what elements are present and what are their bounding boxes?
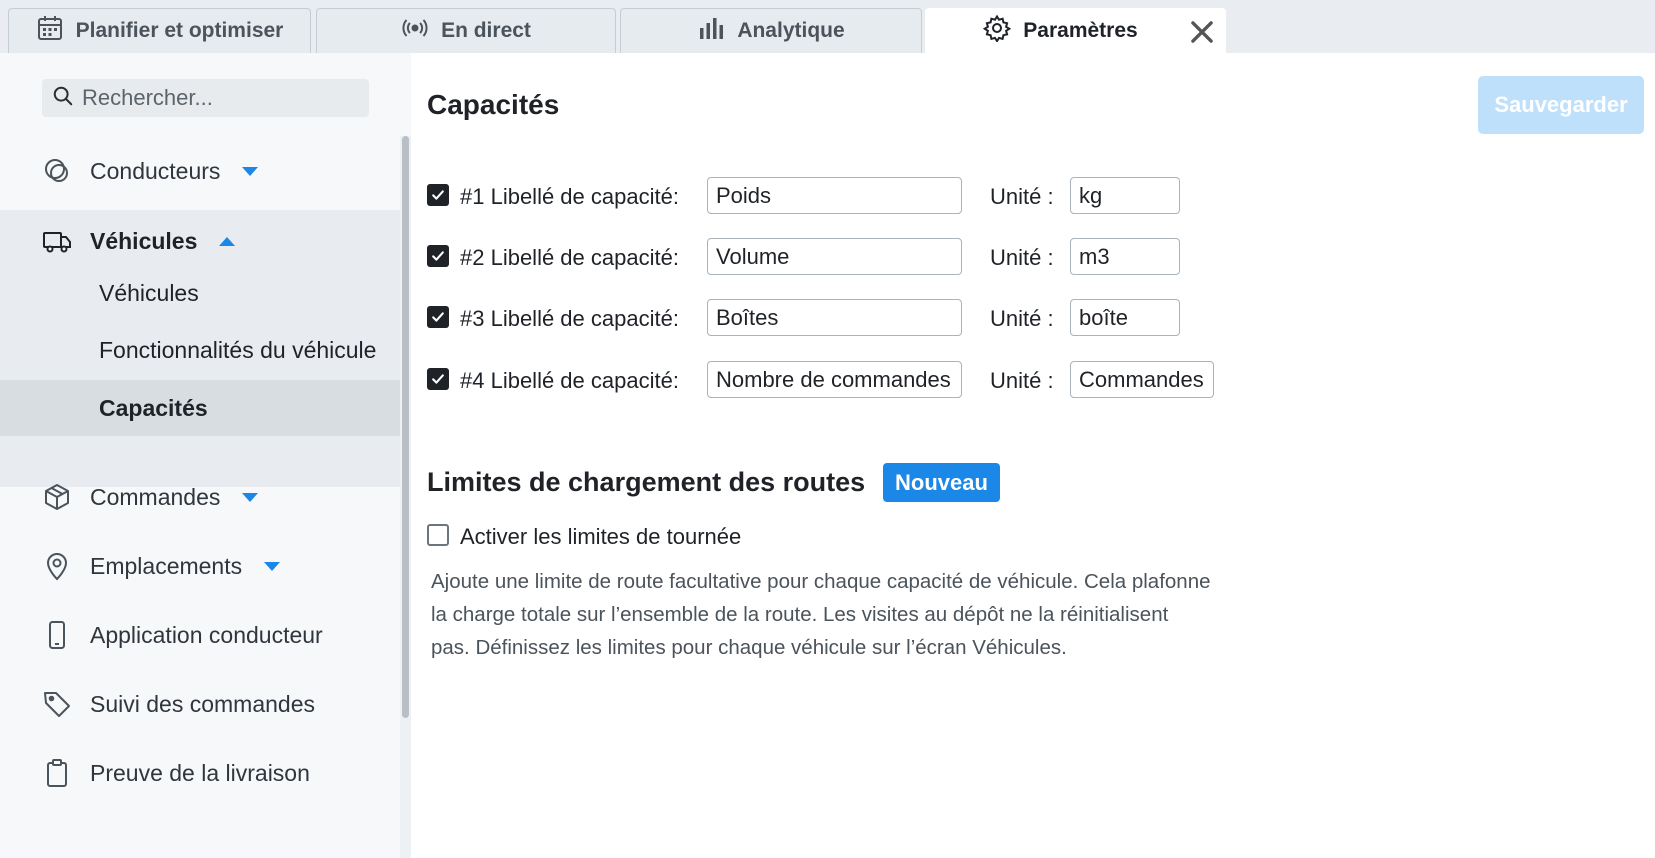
sidebar-item-drivers[interactable]: Conducteurs [0, 138, 400, 204]
sidebar-item-label: Emplacements [90, 552, 243, 579]
main-panel: Capacités Sauvegarder #1 Libellé de capa… [411, 53, 1655, 858]
capacity-checkbox[interactable] [427, 368, 449, 390]
tab-settings[interactable]: Paramètres [925, 8, 1226, 53]
unit-label: Unité : [990, 184, 1054, 209]
unit-label: Unité : [990, 245, 1054, 270]
capacity-name-input[interactable] [707, 238, 962, 275]
sidebar-item-label: Commandes [90, 483, 221, 510]
route-limits-title: Limites de chargement des routes [427, 467, 866, 497]
capacity-label: #2 Libellé de capacité: [460, 245, 679, 270]
chevron-down-icon [264, 561, 281, 571]
map-pin-icon [42, 551, 72, 581]
capacity-row: #4 Libellé de capacité: Unité : [427, 361, 1214, 399]
description-line: la charge totale sur l’ensemble de la ro… [431, 603, 1169, 626]
sidebar-item-driver-app[interactable]: Application conducteur [0, 602, 400, 668]
sidebar-item-label: Conducteurs [90, 157, 221, 184]
capacity-checkbox[interactable] [427, 306, 449, 328]
tab-analytics[interactable]: Analytique [620, 8, 922, 53]
capacity-row: #2 Libellé de capacité: Unité : [427, 238, 1207, 276]
description-line: pas. Définissez les limites pour chaque … [431, 636, 1067, 659]
sidebar-item-label: Véhicules [90, 227, 198, 254]
capacity-row: #3 Libellé de capacité: Unité : [427, 299, 1207, 337]
search-icon [52, 85, 74, 112]
capacity-name-input[interactable] [707, 361, 962, 398]
sidebar-item-proof-of-delivery[interactable]: Preuve de la livraison [0, 740, 400, 806]
tab-bar: Planifier et optimiser En direct Analyti… [0, 0, 1655, 53]
capacity-unit-input[interactable] [1070, 299, 1180, 336]
sidebar-item-orders[interactable]: Commandes [0, 464, 400, 530]
sidebar-item-label: Suivi des commandes [90, 690, 315, 717]
sidebar-subitem-vehicle-features[interactable]: Fonctionnalités du véhicule [0, 322, 400, 378]
scroll-thumb[interactable] [402, 136, 409, 718]
bar-chart-icon [697, 14, 725, 48]
box-icon [42, 482, 72, 512]
calendar-icon [36, 14, 64, 48]
tab-label: En direct [441, 19, 531, 42]
capacity-row: #1 Libellé de capacité: Unité : [427, 177, 1207, 215]
route-limits-toggle-label: Activer les limites de tournée [460, 524, 742, 549]
chevron-up-icon [219, 236, 236, 246]
sidebar-item-order-tracking[interactable]: Suivi des commandes [0, 671, 400, 737]
truck-icon [42, 226, 72, 256]
clipboard-icon [42, 758, 72, 788]
close-icon[interactable] [1189, 19, 1215, 45]
capacity-label: #3 Libellé de capacité: [460, 306, 679, 331]
sidebar-item-label: Preuve de la livraison [90, 759, 310, 786]
sidebar-item-label: Application conducteur [90, 621, 323, 648]
search-box[interactable] [42, 79, 369, 117]
save-button[interactable]: Sauvegarder [1478, 76, 1644, 134]
capacity-unit-input[interactable] [1070, 361, 1214, 398]
unit-label: Unité : [990, 306, 1054, 331]
capacity-checkbox[interactable] [427, 184, 449, 206]
sidebar-item-locations[interactable]: Emplacements [0, 533, 400, 599]
route-limits-checkbox[interactable] [427, 524, 449, 546]
broadcast-icon [401, 14, 429, 48]
tab-label: Paramètres [1023, 19, 1138, 42]
page-title: Capacités [427, 89, 560, 120]
tag-icon [42, 689, 72, 719]
tab-label: Planifier et optimiser [75, 19, 284, 42]
sidebar-subitem-capacities[interactable]: Capacités [0, 380, 400, 436]
capacity-unit-input[interactable] [1070, 177, 1180, 214]
route-limits-toggle[interactable]: Activer les limites de tournée [427, 520, 1027, 550]
capacity-unit-input[interactable] [1070, 238, 1180, 275]
sidebar: Conducteurs Véhicules Véhicules Fonction… [0, 53, 411, 858]
drivers-icon [42, 156, 72, 186]
capacity-label: #1 Libellé de capacité: [460, 184, 679, 209]
chevron-down-icon [242, 492, 259, 502]
capacity-name-input[interactable] [707, 177, 962, 214]
capacity-name-input[interactable] [707, 299, 962, 336]
gear-icon [983, 14, 1012, 48]
unit-label: Unité : [990, 368, 1054, 393]
description-line: Ajoute une limite de route facultative p… [431, 570, 1211, 593]
phone-icon [42, 620, 72, 650]
capacity-checkbox[interactable] [427, 245, 449, 267]
search-input[interactable] [82, 85, 352, 111]
route-limits-description: Ajoute une limite de route facultative p… [431, 565, 1221, 664]
sidebar-scrollbar[interactable] [400, 136, 411, 858]
chevron-down-icon [242, 166, 259, 176]
tab-live[interactable]: En direct [316, 8, 616, 53]
sidebar-subitem-vehicles[interactable]: Véhicules [0, 265, 400, 321]
new-badge: Nouveau [883, 463, 1000, 502]
tab-plan-optimize[interactable]: Planifier et optimiser [8, 8, 311, 53]
tab-label: Analytique [737, 19, 845, 42]
capacity-label: #4 Libellé de capacité: [460, 368, 679, 393]
